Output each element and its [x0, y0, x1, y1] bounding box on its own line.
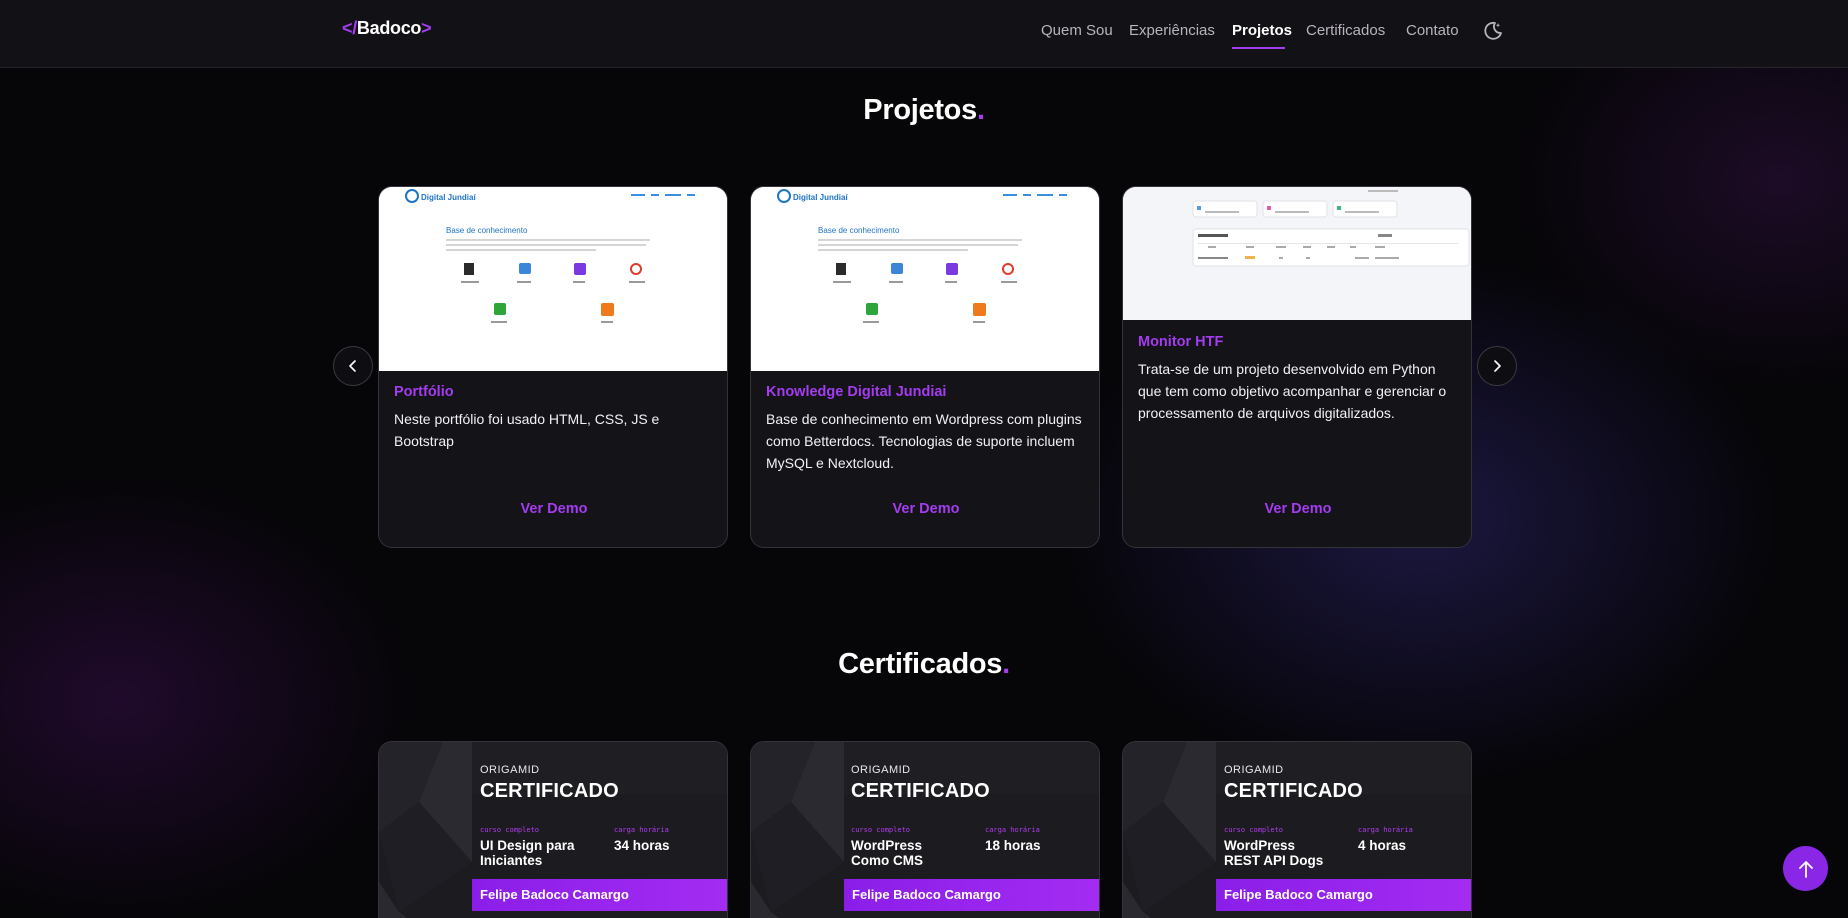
chevron-left-icon: [349, 360, 356, 372]
course-name: WordPress REST API Dogs: [1224, 838, 1324, 868]
project-card: Monitor HTF Trata-se de um projeto desen…: [1122, 186, 1472, 548]
logo-text: Badoco: [356, 18, 422, 38]
nav-certificados[interactable]: Certificados: [1306, 22, 1385, 39]
course-hours: 34 horas: [614, 838, 670, 853]
thumb-heading: Base de conhecimento: [446, 226, 528, 235]
project-screenshot[interactable]: [1123, 187, 1471, 320]
logo-open-bracket: </: [342, 18, 357, 38]
student-name: Felipe Badoco Camargo: [1216, 879, 1471, 911]
project-title: Knowledge Digital Jundiai: [766, 384, 947, 400]
back-to-top-button[interactable]: [1783, 846, 1828, 891]
course-label: curso completo: [851, 826, 911, 834]
certificate-brand: ORIGAMID: [851, 764, 911, 776]
hours-label: carga horária: [985, 826, 1040, 834]
arrow-up-icon: [1798, 860, 1813, 878]
project-title: Portfólio: [394, 384, 454, 400]
carousel-prev-button[interactable]: [333, 346, 373, 386]
thumb-brand: Digital Jundiaí: [421, 193, 476, 202]
certificates-title-dot: .: [1002, 648, 1010, 680]
ver-demo-link[interactable]: Ver Demo: [751, 501, 1099, 517]
course-label: curso completo: [1224, 826, 1284, 834]
nav-contato[interactable]: Contato: [1406, 22, 1459, 39]
certificate-card[interactable]: ORIGAMID CERTIFICADO curso completo Word…: [1122, 741, 1472, 918]
certificates-section-title: Certificados.: [0, 648, 1848, 681]
nav-quem-sou[interactable]: Quem Sou: [1041, 22, 1113, 39]
course-name: WordPress Como CMS: [851, 838, 923, 868]
nav-active-underline: [1232, 47, 1285, 49]
thumb-brand: Digital Jundiaí: [793, 193, 848, 202]
certificate-heading: CERTIFICADO: [480, 780, 619, 802]
site-header: </Badoco> Quem Sou Experiências Projetos…: [0, 0, 1848, 68]
project-card: Digital Jundiaí Base de conhecimento Por…: [378, 186, 728, 548]
course-label: curso completo: [480, 826, 540, 834]
student-name: Felipe Badoco Camargo: [844, 879, 1099, 911]
certificate-card[interactable]: ORIGAMID CERTIFICADO curso completo UI D…: [378, 741, 728, 918]
student-name: Felipe Badoco Camargo: [472, 879, 727, 911]
ver-demo-link[interactable]: Ver Demo: [379, 501, 727, 517]
projects-title-text: Projetos: [863, 94, 977, 126]
certificate-brand: ORIGAMID: [1224, 764, 1284, 776]
projects-section-title: Projetos.: [0, 94, 1848, 127]
ver-demo-link[interactable]: Ver Demo: [1123, 501, 1471, 517]
nav-experiencias[interactable]: Experiências: [1129, 22, 1215, 39]
project-screenshot[interactable]: Digital Jundiaí Base de conhecimento: [379, 187, 727, 371]
course-hours: 18 horas: [985, 838, 1041, 853]
logo[interactable]: </Badoco>: [342, 18, 432, 39]
nav-projetos[interactable]: Projetos: [1232, 22, 1292, 39]
course-name: UI Design para Iniciantes: [480, 838, 575, 868]
certificates-title-text: Certificados: [838, 648, 1003, 680]
carousel-next-button[interactable]: [1477, 346, 1517, 386]
project-card: Digital Jundiaí Base de conhecimento Kno…: [750, 186, 1100, 548]
certificate-card[interactable]: ORIGAMID CERTIFICADO curso completo Word…: [750, 741, 1100, 918]
project-title: Monitor HTF: [1138, 334, 1224, 350]
chevron-right-icon: [1494, 360, 1501, 372]
moon-icon[interactable]: [1482, 20, 1504, 42]
hours-label: carga horária: [614, 826, 669, 834]
project-screenshot[interactable]: Digital Jundiaí Base de conhecimento: [751, 187, 1099, 371]
thumb-heading: Base de conhecimento: [818, 226, 900, 235]
certificate-heading: CERTIFICADO: [851, 780, 990, 802]
project-description: Trata-se de um projeto desenvolvido em P…: [1138, 361, 1447, 421]
logo-close-bracket: >: [421, 18, 432, 38]
course-hours: 4 horas: [1358, 838, 1407, 853]
project-description: Neste portfólio foi usado HTML, CSS, JS …: [394, 411, 660, 449]
certificate-brand: ORIGAMID: [480, 764, 540, 776]
project-description: Base de conhecimento em Wordpress com pl…: [766, 411, 1082, 471]
projects-title-dot: .: [976, 94, 985, 126]
hours-label: carga horária: [1358, 826, 1413, 834]
certificate-heading: CERTIFICADO: [1224, 780, 1363, 802]
